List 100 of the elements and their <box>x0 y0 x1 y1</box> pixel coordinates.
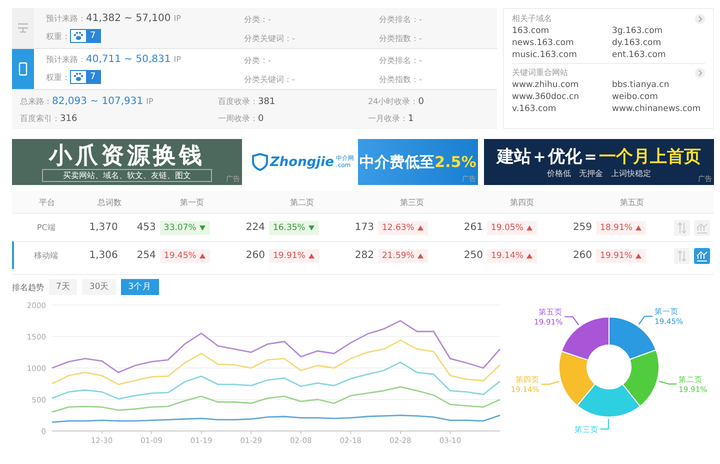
domain-link[interactable]: news.163.com <box>512 38 612 48</box>
field-text: 分类关键词：- <box>244 74 296 85</box>
chart-title: 排名趋势 <box>12 282 44 292</box>
down-triangle-icon <box>199 224 206 230</box>
banner-headline: 建站＋优化＝一个月上首页 <box>497 146 701 168</box>
chevron-right-icon[interactable] <box>695 68 705 78</box>
domain-link[interactable]: bbs.tianya.cn <box>612 80 705 90</box>
leader-line <box>600 418 609 430</box>
chart-icon[interactable] <box>694 248 710 264</box>
logo-text: Zhongjie <box>270 154 334 170</box>
domain-link[interactable]: www.zhihu.com <box>512 80 612 90</box>
sort-icon[interactable] <box>674 248 690 264</box>
leader-line <box>658 380 678 384</box>
field-label: 百度索引： <box>20 113 60 124</box>
column-header: 总词数 <box>96 196 122 208</box>
field-label: 百度收录： <box>218 96 258 107</box>
up-triangle-icon <box>308 252 316 258</box>
column-header: 第一页 <box>179 196 205 208</box>
up-triangle-icon <box>526 224 534 230</box>
up-triangle-icon <box>635 252 642 258</box>
percent-badge: 21.59% <box>378 248 428 262</box>
traffic-value: 41,382 ~ 57,100 <box>86 13 171 24</box>
count-cell: 173 <box>354 222 374 233</box>
field-label: 权重： <box>46 30 70 42</box>
up-triangle-icon <box>417 224 424 230</box>
field-label: 一周收录： <box>218 113 258 124</box>
platform-cell-text: PC端 <box>36 222 56 233</box>
percent-badge: 12.63% <box>378 220 428 234</box>
platform-cell-text: 移动端 <box>33 250 60 261</box>
count-cell: 224 <box>246 222 265 233</box>
domain-link[interactable]: 3g.163.com <box>612 26 705 36</box>
traffic-value: 40,711 ~ 50,831 <box>86 54 171 65</box>
field-value: 381 <box>258 96 276 106</box>
domain-link[interactable]: dy.163.com <box>612 38 705 48</box>
count-cell: 259 <box>572 222 592 233</box>
field-value: 0 <box>258 114 264 124</box>
count-cell: 260 <box>246 250 265 261</box>
platform-row[interactable]: 预计来路：41,382 ~ 57,100 IP 权重： 7 分类：- 分类关键词：- 分类排名：- 分类指数：- <box>12 8 497 49</box>
unit-label: IP <box>174 14 181 23</box>
count-cell: 260 <box>572 250 592 261</box>
paw-icon <box>73 72 84 82</box>
up-triangle-icon <box>417 252 424 258</box>
traffic-value: 82,093 ~ 107,931 <box>52 96 144 107</box>
shield-icon <box>252 153 268 171</box>
section-title: 相关子域名 <box>512 13 552 24</box>
field-label: 总来路： <box>20 96 52 107</box>
domain-link[interactable]: music.163.com <box>512 50 612 60</box>
unit-label: IP <box>146 97 154 106</box>
field-text: 分类指数：- <box>379 33 423 44</box>
leader-line <box>540 380 560 385</box>
field-label: 一月收录： <box>368 113 408 124</box>
column-header: 第三页 <box>399 196 425 208</box>
weight-value: 7 <box>86 30 100 42</box>
field-label: 预计来路： <box>46 13 86 24</box>
total-cell-text: 1,306 <box>88 250 119 261</box>
up-triangle-icon <box>199 252 206 258</box>
up-triangle-icon <box>526 252 534 258</box>
up-triangle-icon <box>635 224 642 230</box>
desktop-icon <box>17 22 29 34</box>
percent-badge: 18.91% <box>596 220 646 234</box>
domain-link[interactable]: ent.163.com <box>612 50 705 60</box>
domain-link[interactable]: www.chinanews.com <box>612 104 705 114</box>
percent-badge: 19.45% <box>160 248 210 262</box>
sort-icon[interactable] <box>674 220 690 236</box>
count-cell: 453 <box>136 222 156 233</box>
domain-link[interactable]: www.360doc.cn <box>512 92 612 102</box>
column-header: 第四页 <box>509 196 535 208</box>
banner-headline: 小爪资源换钱 <box>49 142 205 168</box>
field-text: 分类指数：- <box>379 74 423 85</box>
domain-link[interactable]: v.163.com <box>512 104 612 114</box>
field-text: 分类关键词：- <box>244 33 296 44</box>
table-row[interactable]: PC端 1,370 453 33.07% 224 16.35% 173 12.63% 261 19.05% 259 18.91% <box>12 213 714 241</box>
column-header: 第二页 <box>289 196 315 208</box>
paw-icon <box>73 31 84 41</box>
leader-line <box>638 316 654 325</box>
range-tab[interactable]: 30天 <box>82 279 116 295</box>
range-tab[interactable]: 7天 <box>49 279 78 295</box>
field-label: 24小时收录： <box>368 96 418 107</box>
banner-subline: 价格低 无押金 上词快稳定 <box>547 168 651 178</box>
percent-badge: 19.05% <box>487 220 538 234</box>
leader-line <box>564 316 580 326</box>
column-header: 平台 <box>38 196 56 208</box>
banner-subline: 买卖网站、域名、软文、友链、图文 <box>42 168 212 182</box>
table-row[interactable]: 移动端 1,306 254 19.45% 260 19.91% 282 21.59% 250 19.14% 260 19.91% <box>12 241 714 269</box>
chevron-right-icon[interactable] <box>695 14 705 24</box>
domain-link[interactable]: weibo.com <box>612 92 705 102</box>
field-value: 1 <box>408 114 414 124</box>
field-label: 权重： <box>46 72 70 82</box>
percent-badge: 33.07% <box>160 220 210 234</box>
percent-badge: 19.91% <box>596 248 646 262</box>
platform-row[interactable]: 预计来路：40,711 ~ 50,831 IP 权重： 7 分类：- 分类关键词：- 分类排名：- 分类指数：- <box>12 49 497 90</box>
field-text: 分类：- <box>244 55 272 66</box>
percent-badge: 16.35% <box>268 220 320 234</box>
domain-link[interactable]: 163.com <box>512 26 612 36</box>
percent-badge: 19.91% <box>268 248 320 262</box>
field-value: 0 <box>418 96 424 106</box>
count-cell: 282 <box>354 250 374 261</box>
field-label: 预计来路： <box>46 54 86 65</box>
chart-icon[interactable] <box>694 220 710 236</box>
weight-value: 7 <box>86 71 100 83</box>
